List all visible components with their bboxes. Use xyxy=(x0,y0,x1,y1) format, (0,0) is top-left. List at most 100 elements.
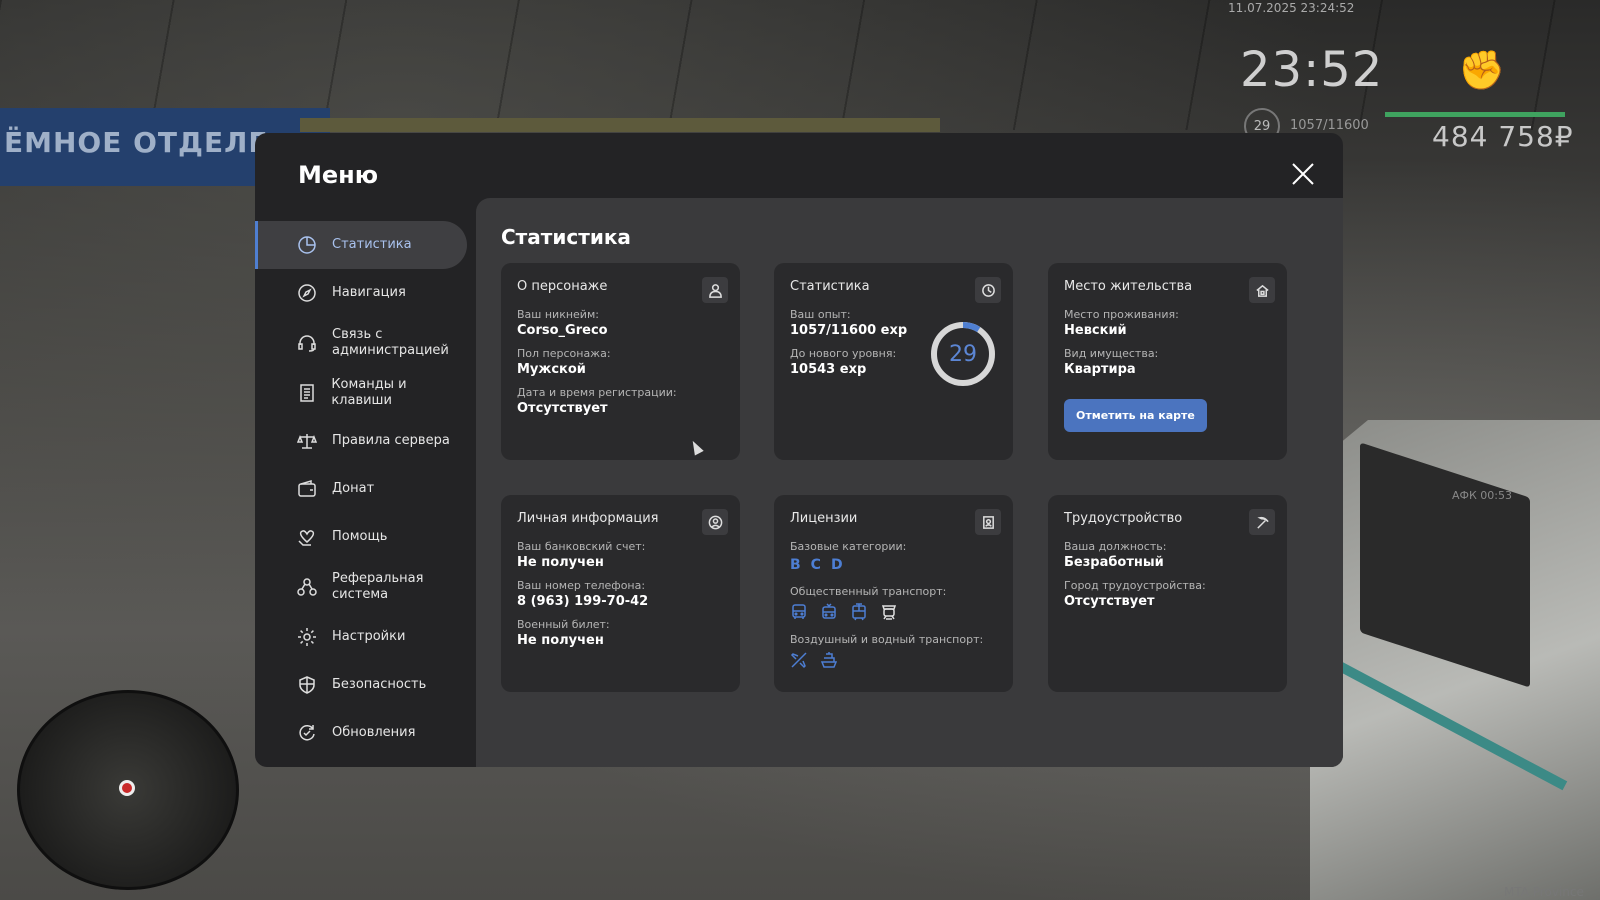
field-label: Ваш банковский счет: xyxy=(517,540,646,553)
sidebar-item-commands[interactable]: Команды и клавиши xyxy=(255,369,467,417)
sidebar-item-label: Команды и клавиши xyxy=(331,377,407,408)
public-transport-icons xyxy=(790,603,997,621)
sidebar-item-label: Помощь xyxy=(332,529,388,544)
compass-icon xyxy=(296,282,318,304)
sidebar-item-label: Навигация xyxy=(332,285,406,300)
sidebar: Статистика Навигация Связь с администрац… xyxy=(255,221,467,757)
pickaxe-icon xyxy=(1249,509,1275,535)
card-personal-info: Личная информация Ваш банковский счет: Н… xyxy=(501,495,740,692)
page-title: Статистика xyxy=(501,225,631,249)
nickname-value: Corso_Greco xyxy=(517,323,608,338)
field-label: Военный билет: xyxy=(517,618,610,631)
field-label: Город трудоустройства: xyxy=(1064,579,1206,592)
mark-on-map-button[interactable]: Отметить на карте xyxy=(1064,399,1207,432)
sidebar-item-statistics[interactable]: Статистика xyxy=(255,221,467,269)
field-label: Ваш номер телефона: xyxy=(517,579,646,592)
health-bar xyxy=(1385,112,1565,117)
hud-money: 484 758₽ xyxy=(1432,120,1574,153)
sidebar-item-help[interactable]: Помощь xyxy=(255,513,467,561)
close-icon xyxy=(1292,163,1314,185)
air-water-transport-icons xyxy=(790,651,997,669)
sidebar-item-admin-contact[interactable]: Связь с администрацией xyxy=(255,317,467,369)
license-categories: B C D xyxy=(790,557,997,573)
tram-icon xyxy=(852,603,866,621)
card-character: О персонаже Ваш никнейм: Corso_Greco Пол… xyxy=(501,263,740,460)
card-residence: Место жительства Место проживания: Невск… xyxy=(1048,263,1287,460)
residence-value: Невский xyxy=(1064,323,1127,338)
position-value: Безработный xyxy=(1064,555,1164,570)
field-label: Место проживания: xyxy=(1064,308,1179,321)
registration-value: Отсутствует xyxy=(517,401,608,416)
sidebar-item-label: Донат xyxy=(332,481,375,496)
menu-title: Меню xyxy=(298,161,379,189)
military-value: Не получен xyxy=(517,633,604,648)
card-title: Лицензии xyxy=(790,511,858,526)
bank-value: Не получен xyxy=(517,555,604,570)
card-statistics: Статистика Ваш опыт: 1057/11600 exp До н… xyxy=(774,263,1013,460)
hud-clock: 23:52 xyxy=(1240,42,1384,98)
hud-exp: 1057/11600 xyxy=(1290,118,1369,133)
menu-window: Меню Статистика Навигация Связь с админи… xyxy=(255,133,1343,767)
card-title: О персонаже xyxy=(517,279,608,294)
sidebar-item-rules[interactable]: Правила сервера xyxy=(255,417,467,465)
sidebar-item-label: Реферальная система xyxy=(332,571,424,602)
gear-icon xyxy=(296,626,318,648)
property-value: Квартира xyxy=(1064,362,1136,377)
level-ring: 29 xyxy=(929,320,997,388)
sidebar-item-label: Связь с администрацией xyxy=(332,327,449,358)
gender-value: Мужской xyxy=(517,362,586,377)
house-icon xyxy=(1249,277,1275,303)
background-beam xyxy=(300,118,940,132)
sidebar-item-updates[interactable]: Обновления xyxy=(255,709,467,757)
card-title: Трудоустройство xyxy=(1064,511,1183,526)
health-bar-fill xyxy=(1385,112,1565,117)
sidebar-item-label: Правила сервера xyxy=(332,433,450,448)
bus-icon xyxy=(792,604,806,619)
field-label: Вид имущества: xyxy=(1064,347,1159,360)
clock-icon xyxy=(975,277,1001,303)
job-city-value: Отсутствует xyxy=(1064,594,1155,609)
list-icon xyxy=(296,382,317,404)
afk-timer: АФК 00:53 xyxy=(1452,489,1513,502)
fist-icon: ✊ xyxy=(1458,48,1506,92)
field-label: Воздушный и водный транспорт: xyxy=(790,633,984,646)
metro-icon xyxy=(881,605,897,620)
server-name: MTA Province #4 xyxy=(1504,885,1584,900)
shield-icon xyxy=(296,674,318,696)
headset-icon xyxy=(296,332,318,354)
field-label: Пол персонажа: xyxy=(517,347,611,360)
close-button[interactable] xyxy=(1288,159,1318,189)
license-category: B xyxy=(790,557,801,573)
pie-chart-icon xyxy=(296,234,318,256)
sidebar-item-label: Статистика xyxy=(332,237,412,252)
content-panel: Статистика О персонаже Ваш никнейм: Cors… xyxy=(476,198,1343,767)
player-marker-icon xyxy=(119,780,135,796)
sidebar-item-settings[interactable]: Настройки xyxy=(255,613,467,661)
field-label: Дата и время регистрации: xyxy=(517,386,677,399)
level-number: 29 xyxy=(949,341,977,367)
sidebar-item-security[interactable]: Безопасность xyxy=(255,661,467,709)
refresh-icon xyxy=(296,722,318,744)
scales-icon xyxy=(296,430,318,452)
trolleybus-icon xyxy=(822,603,836,619)
sidebar-item-label: Безопасность xyxy=(332,677,427,692)
license-category: C xyxy=(810,557,821,573)
card-title: Статистика xyxy=(790,279,870,294)
card-title: Личная информация xyxy=(517,511,659,526)
user-icon xyxy=(702,277,728,303)
boat-icon xyxy=(820,652,838,668)
field-label: Ваша должность: xyxy=(1064,540,1167,553)
card-licenses: Лицензии Базовые категории: B C D Общест… xyxy=(774,495,1013,692)
referral-icon xyxy=(296,576,318,598)
field-label: Ваш никнейм: xyxy=(517,308,599,321)
card-title: Место жительства xyxy=(1064,279,1193,294)
sidebar-item-navigation[interactable]: Навигация xyxy=(255,269,467,317)
phone-value: 8 (963) 199-70-42 xyxy=(517,594,649,609)
license-card-icon xyxy=(975,509,1001,535)
field-label: Базовые категории: xyxy=(790,540,907,553)
sidebar-item-referral[interactable]: Реферальная система xyxy=(255,561,467,613)
hud-datetime: 11.07.2025 23:24:52 xyxy=(1228,1,1355,15)
card-employment: Трудоустройство Ваша должность: Безработ… xyxy=(1048,495,1287,692)
sidebar-item-label: Обновления xyxy=(332,725,416,740)
sidebar-item-donate[interactable]: Донат xyxy=(255,465,467,513)
